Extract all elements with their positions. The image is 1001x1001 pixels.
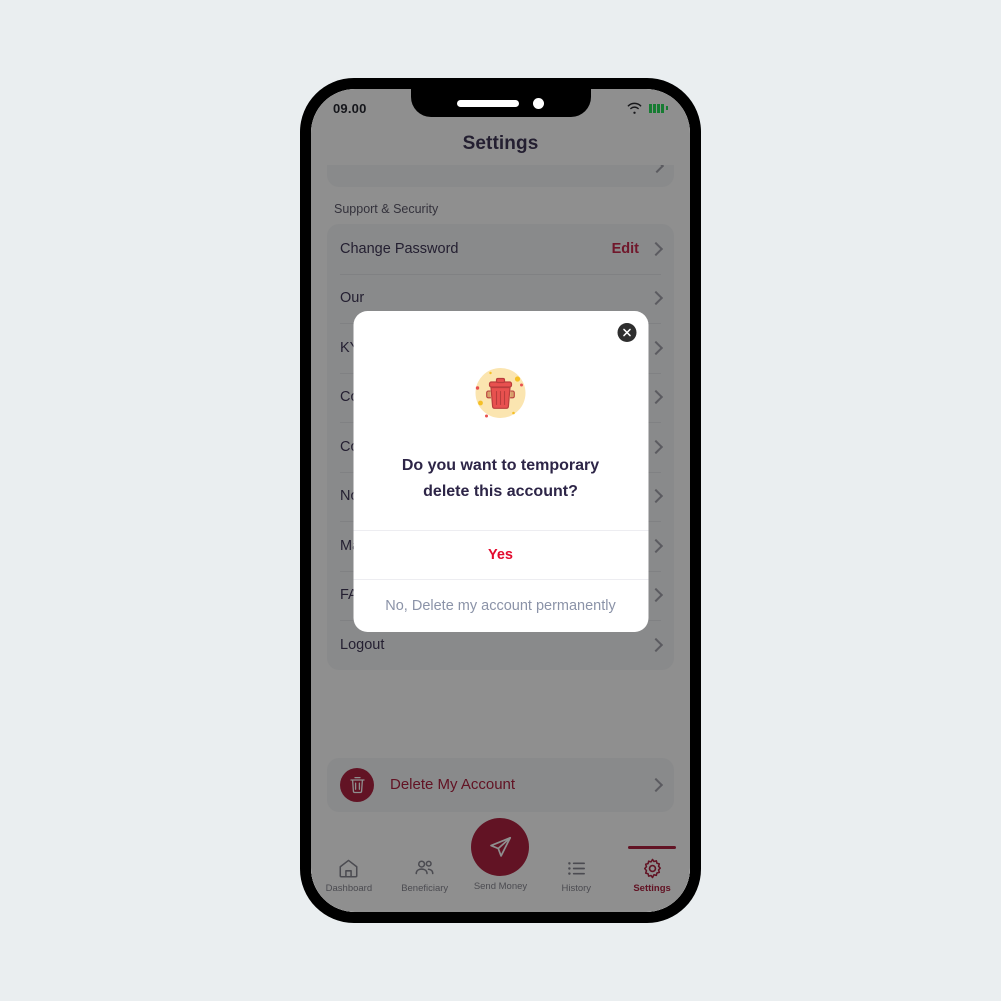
phone-screen: 09.00 Settings Support & Security Change… (311, 89, 690, 912)
notch-camera (533, 97, 544, 109)
notch-speaker (457, 99, 519, 107)
notch (410, 89, 591, 117)
delete-account-modal: Do you want to temporary delete this acc… (353, 311, 648, 633)
phone-frame: 09.00 Settings Support & Security Change… (300, 78, 701, 923)
modal-message: Do you want to temporary delete this acc… (401, 457, 600, 500)
close-icon[interactable] (617, 323, 636, 342)
modal-no-delete-permanently-button[interactable]: No, Delete my account permanently (353, 579, 648, 632)
modal-body: Do you want to temporary delete this acc… (353, 311, 648, 530)
trash-can-illustration (465, 357, 537, 429)
modal-yes-button[interactable]: Yes (353, 530, 648, 579)
